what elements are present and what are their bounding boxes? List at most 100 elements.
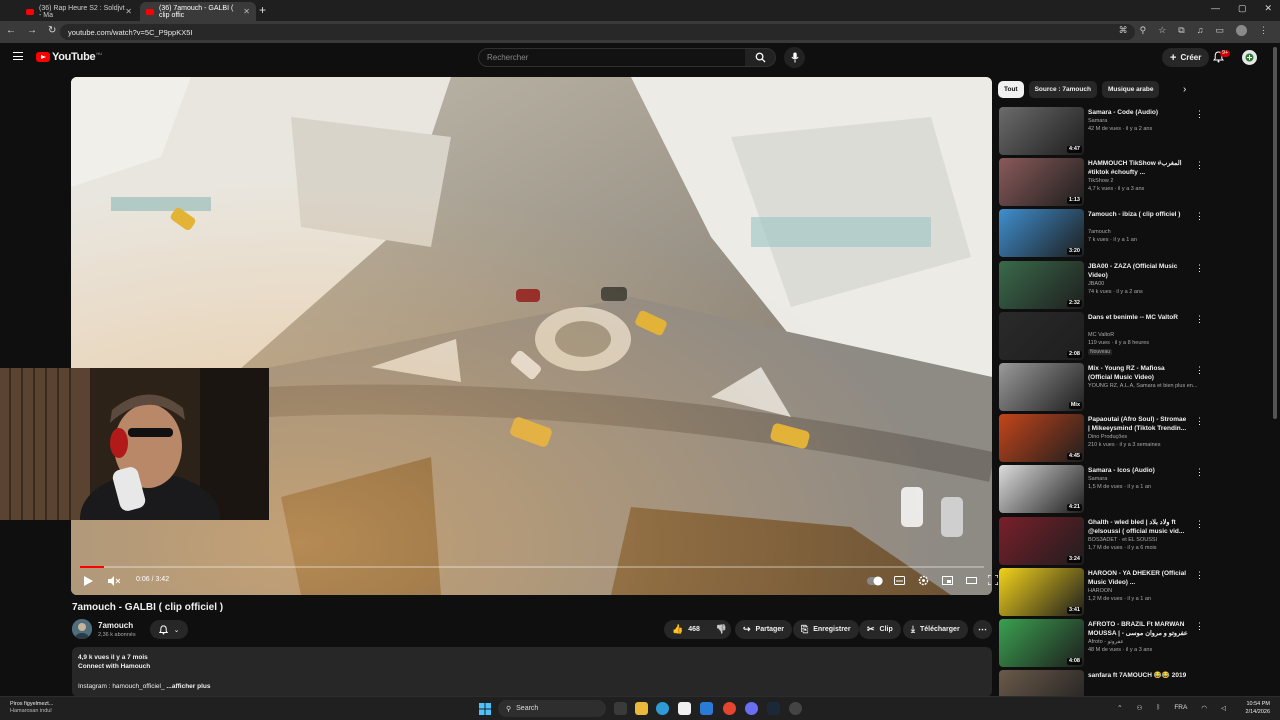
maximize-icon[interactable]: ▢ xyxy=(1238,3,1247,14)
video-thumbnail[interactable]: 4:45 xyxy=(999,414,1084,463)
download-button[interactable]: ⤓ Télécharger xyxy=(903,620,968,639)
menu-dots-icon[interactable]: ⋮ xyxy=(1259,25,1268,36)
profile-avatar[interactable] xyxy=(1236,25,1247,36)
subscription-bell-button[interactable]: ⌄ xyxy=(150,620,188,639)
share-button[interactable]: ↪ Partager xyxy=(735,620,792,639)
network-icon[interactable]: ⚇ xyxy=(1137,704,1143,712)
chrome-icon[interactable] xyxy=(723,702,736,715)
video-thumbnail[interactable]: 2:32 xyxy=(999,260,1084,309)
like-dislike-button[interactable]: 👍 468 👎 xyxy=(664,620,731,639)
clip-button[interactable]: ✂ Clip xyxy=(859,620,901,639)
recommendation-item[interactable]: 1:13 HAMMOUCH TikShow #المغرب #tiktok #ch… xyxy=(999,158,1259,207)
recommendation-item[interactable]: 2:32 JBA00 - ZAZA (Official Music Video) J… xyxy=(999,260,1259,309)
recommendation-channel[interactable]: HAROON xyxy=(1088,588,1198,594)
more-vertical-icon[interactable]: ⋮ xyxy=(1195,416,1204,427)
video-thumbnail[interactable]: 4:08 xyxy=(999,619,1084,667)
recommendation-title[interactable]: Papaoutai (Afro Soul) - Stromae | Mikeey… xyxy=(1088,415,1188,433)
zoom-icon[interactable]: ⚲ xyxy=(1140,25,1147,36)
steam-icon[interactable] xyxy=(767,702,780,715)
video-description[interactable]: 4,9 k vues il y a 7 mois Connect with Ha… xyxy=(72,647,992,697)
recommendation-channel[interactable]: MC ValtoR xyxy=(1088,332,1198,338)
recommendation-item[interactable]: 4:08 AFROTO - BRAZIL Ft MARWAN MOUSSA | -… xyxy=(999,619,1259,667)
speaker-icon[interactable]: ◁ xyxy=(1221,704,1226,712)
sidebar-icon[interactable]: ▭ xyxy=(1215,25,1224,36)
obs-icon[interactable] xyxy=(789,702,802,715)
video-thumbnail[interactable]: 3:41 xyxy=(999,567,1084,616)
more-vertical-icon[interactable]: ⋮ xyxy=(1195,109,1204,120)
recommendation-title[interactable]: sanfara ft 7AMOUCH 😂😂 2019 xyxy=(1088,671,1188,680)
tab-close-icon[interactable]: ✕ xyxy=(243,7,250,16)
account-avatar[interactable] xyxy=(1242,50,1257,65)
recommendation-title[interactable]: Samara - Code (Audio) xyxy=(1088,108,1188,117)
voice-search-button[interactable] xyxy=(784,47,805,68)
recommendation-item[interactable]: 2:08 Dans et benimle -- MC ValtoR MC Valto… xyxy=(999,311,1259,360)
more-vertical-icon[interactable]: ⋮ xyxy=(1195,263,1204,274)
recommendation-item[interactable]: 4:47 Samara - Code (Audio) Samara 42 M de v… xyxy=(999,107,1259,155)
page-scrollbar[interactable] xyxy=(1273,47,1277,419)
youtube-logo[interactable]: YouTube HU xyxy=(36,51,102,63)
thumbs-up-icon[interactable]: 👍 xyxy=(672,624,683,635)
wifi-icon[interactable]: ◠ xyxy=(1201,704,1207,712)
edge-browser-icon[interactable] xyxy=(656,702,669,715)
recommendation-item[interactable]: 3:41 HAROON - YA DHEKER (Official Music V… xyxy=(999,567,1259,616)
taskbar-clock[interactable]: 10:54 PM 2/14/2026 xyxy=(1246,700,1270,716)
language-indicator[interactable]: FRA xyxy=(1174,704,1187,712)
autoplay-toggle-icon[interactable] xyxy=(867,576,883,586)
recommendation-item[interactable]: 4:21 Samara - Icos (Audio) Samara 1,5 M de … xyxy=(999,465,1259,514)
show-more-link[interactable]: ...afficher plus xyxy=(166,683,210,690)
task-view-icon[interactable] xyxy=(614,702,627,715)
browser-tab-galbi[interactable]: (36) 7amouch - GALBI ( clip offic ✕ xyxy=(140,2,256,21)
mail-icon[interactable] xyxy=(700,702,713,715)
address-bar[interactable]: youtube.com/watch?v=5C_P9ppKX5I xyxy=(60,24,1135,40)
video-thumbnail[interactable]: 3:24 xyxy=(999,516,1084,565)
video-progress-bar[interactable] xyxy=(80,566,984,568)
video-thumbnail[interactable]: 2:08 xyxy=(999,311,1084,360)
bluetooth-icon[interactable]: ᛒ xyxy=(1156,704,1160,712)
theater-mode-icon[interactable] xyxy=(966,576,977,585)
more-vertical-icon[interactable]: ⋮ xyxy=(1195,519,1204,530)
bookmark-star-icon[interactable]: ☆ xyxy=(1158,25,1166,36)
recommendation-item[interactable]: 3:20 7amouch - ibiza ( clip officiel ) 7am… xyxy=(999,209,1259,258)
recommendation-channel[interactable]: BOS3ADET · et EL SOUSSI xyxy=(1088,537,1198,543)
recommendation-item[interactable]: 4:45 Papaoutai (Afro Soul) - Stromae | Mi… xyxy=(999,414,1259,463)
save-button[interactable]: ⎘ Enregistrer xyxy=(793,620,859,639)
video-thumbnail[interactable]: 4:47 xyxy=(999,107,1084,155)
hamburger-menu-icon[interactable] xyxy=(13,52,23,60)
windows-start-icon[interactable] xyxy=(479,703,491,715)
recommendation-title[interactable]: AFROTO - BRAZIL Ft MARWAN MOUSSA | - عفر… xyxy=(1088,620,1188,638)
chip-arabic-music[interactable]: Musique arabe xyxy=(1101,81,1160,98)
recommendation-channel[interactable]: 7amouch xyxy=(1088,229,1198,235)
recommendation-channel[interactable]: Samara xyxy=(1088,118,1198,124)
video-thumbnail[interactable]: 1:13 xyxy=(999,158,1084,207)
video-thumbnail[interactable]: 3:20 xyxy=(999,209,1084,258)
reload-icon[interactable]: ↻ xyxy=(48,25,56,36)
thumbs-down-icon[interactable]: 👎 xyxy=(716,624,727,635)
back-arrow-icon[interactable]: ← xyxy=(6,25,16,36)
recommendation-title[interactable]: Ghalth - wled bled | ولاد بلاد ft @elsou… xyxy=(1088,518,1188,536)
recommendation-title[interactable]: HAMMOUCH TikShow #المغرب #tiktok #chouft… xyxy=(1088,159,1188,177)
channel-avatar[interactable] xyxy=(72,619,92,639)
create-button[interactable]: + Créer xyxy=(1162,48,1210,67)
media-icon[interactable]: ♫ xyxy=(1197,25,1204,36)
taskbar-search[interactable]: ⚲ Search xyxy=(498,700,606,717)
search-button[interactable] xyxy=(745,48,776,67)
chevron-up-icon[interactable]: ⌃ xyxy=(1117,704,1122,712)
channel-name[interactable]: 7amouch xyxy=(98,621,133,630)
mute-volume-icon[interactable] xyxy=(108,576,120,586)
recommendation-channel[interactable]: Samara xyxy=(1088,476,1198,482)
more-vertical-icon[interactable]: ⋮ xyxy=(1195,570,1204,581)
recommendation-item[interactable]: Mix Mix - Young RZ - Mafiosa (Official Mu… xyxy=(999,363,1259,411)
chip-all[interactable]: Tout xyxy=(998,81,1024,98)
recommendation-title[interactable]: Samara - Icos (Audio) xyxy=(1088,466,1188,475)
recommendation-title[interactable]: 7amouch - ibiza ( clip officiel ) xyxy=(1088,210,1188,219)
recommendation-title[interactable]: HAROON - YA DHEKER (Official Music Video… xyxy=(1088,569,1188,587)
recommendation-channel[interactable]: Dino Produções xyxy=(1088,434,1198,440)
tab-close-icon[interactable]: ✕ xyxy=(125,7,132,16)
settings-gear-icon[interactable] xyxy=(918,575,929,586)
more-vertical-icon[interactable]: ⋮ xyxy=(1195,160,1204,171)
new-tab-button[interactable]: + xyxy=(259,3,266,17)
more-vertical-icon[interactable]: ⋮ xyxy=(1195,621,1204,632)
more-vertical-icon[interactable]: ⋮ xyxy=(1195,467,1204,478)
extensions-icon[interactable]: ⧉ xyxy=(1178,25,1184,36)
recommendation-channel[interactable]: Afroto - عفروتو xyxy=(1088,639,1198,645)
